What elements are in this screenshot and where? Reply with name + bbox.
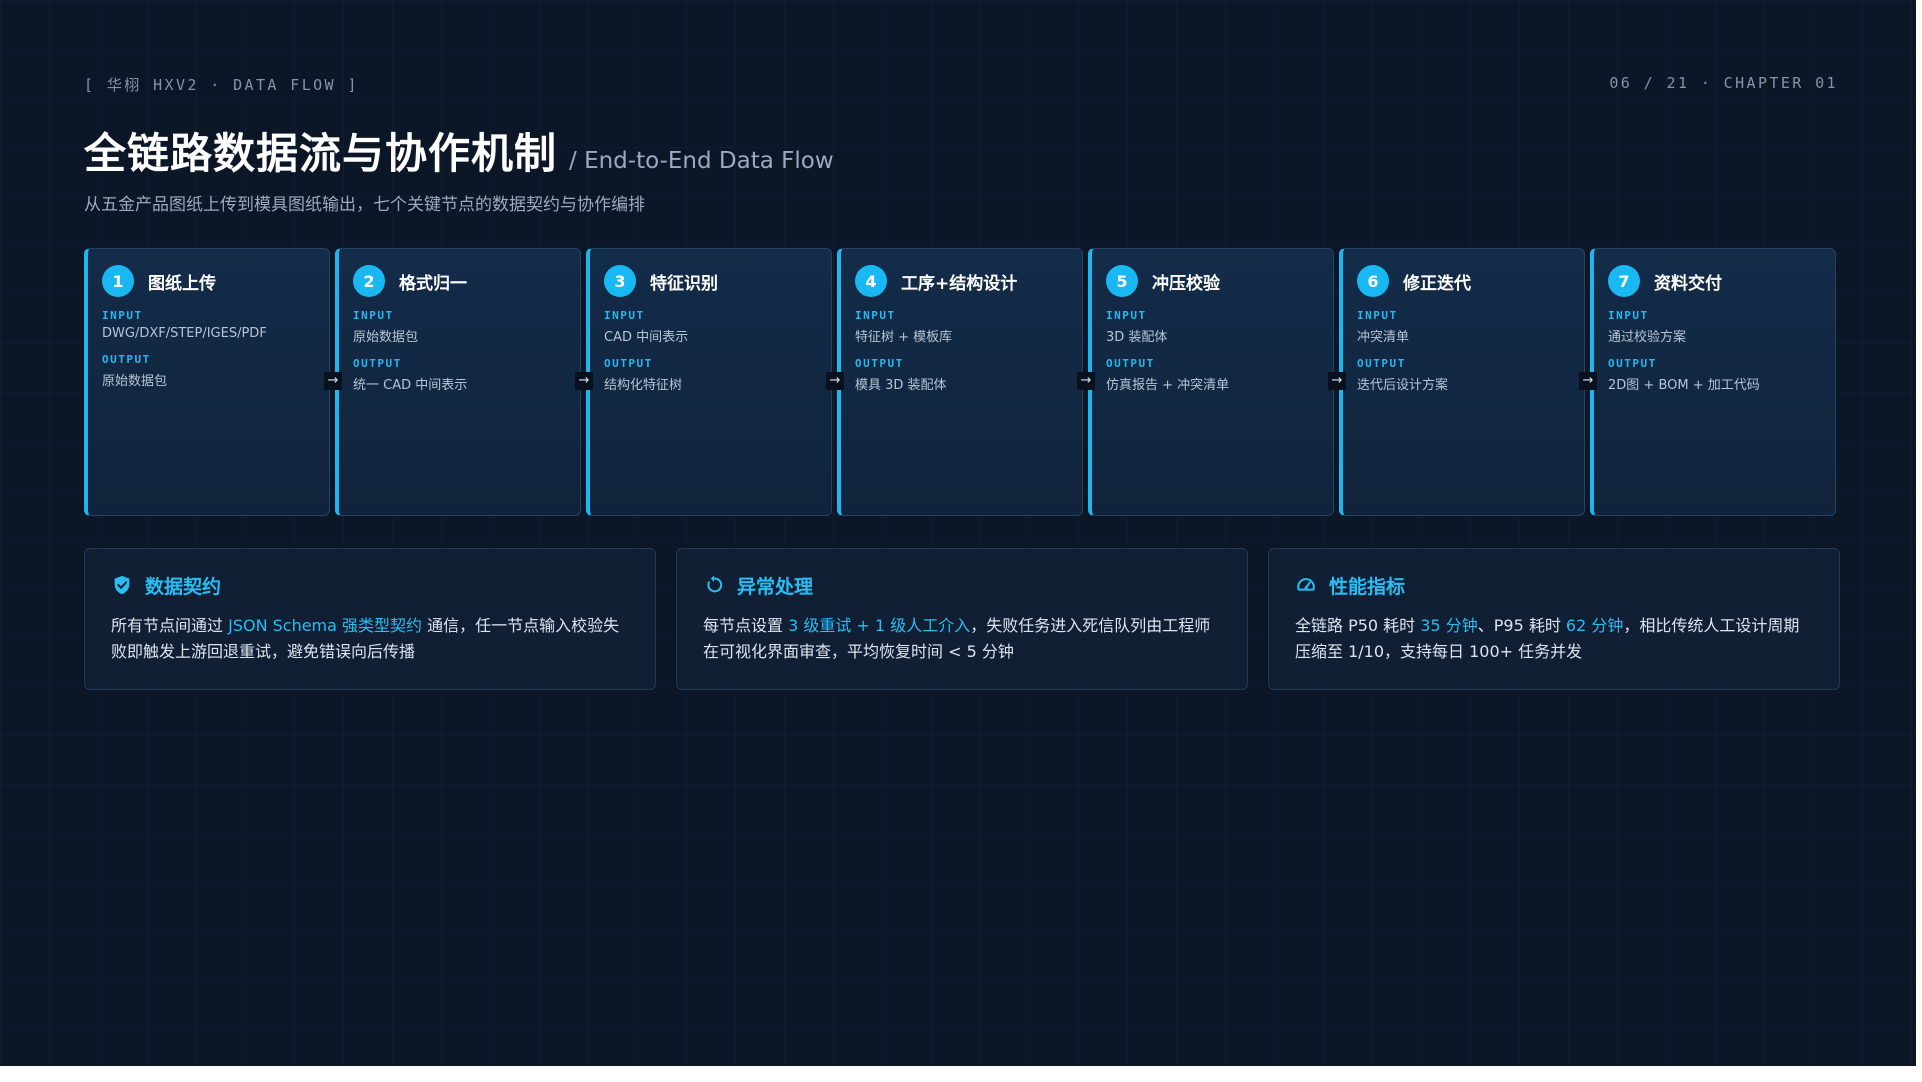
step-number-badge: 4 (855, 265, 887, 297)
output-value: 迭代后设计方案 (1357, 378, 1449, 393)
panel-title: 数据契约 (145, 575, 222, 598)
input-label: INPUT (353, 309, 394, 322)
section-tag: [ 华栩 HXV2 · DATA FLOW ] (84, 76, 359, 94)
step-number-badge: 2 (353, 265, 385, 297)
step-card-4: 4 工序+结构设计 INPUT 特征树 + 模板库 OUTPUT 模具 3D 装… (837, 248, 1083, 516)
step-title: 图纸上传 (148, 273, 216, 294)
step-title: 工序+结构设计 (901, 273, 1018, 294)
panel-body: 全链路 P50 耗时 35 分钟、P95 耗时 62 分钟，相比传统人工设计周期… (1295, 613, 1813, 665)
output-label: OUTPUT (353, 357, 402, 370)
speedometer-icon (1297, 578, 1315, 591)
output-label: OUTPUT (855, 357, 904, 370)
retry-arrow-icon (707, 575, 723, 593)
step-title: 格式归一 (399, 273, 467, 294)
highlight-text: JSON Schema 强类型契约 (228, 616, 423, 635)
input-value: CAD 中间表示 (604, 330, 689, 345)
output-value: 仿真报告 + 冲突清单 (1106, 378, 1230, 393)
exception-handling-panel: 异常处理 每节点设置 3 级重试 + 1 级人工介入，失败任务进入死信队列由工程… (676, 548, 1248, 690)
step-title: 冲压校验 (1152, 273, 1220, 294)
step-number-badge: 3 (604, 265, 636, 297)
output-value: 2D图 + BOM + 加工代码 (1608, 378, 1760, 393)
output-label: OUTPUT (1608, 357, 1657, 370)
input-label: INPUT (604, 309, 645, 322)
highlight-text: 35 分钟 (1420, 616, 1478, 635)
title-main: 全链路数据流与协作机制 (84, 129, 558, 178)
step-number-badge: 1 (102, 265, 134, 297)
step-number-badge: 7 (1608, 265, 1640, 297)
page-counter: 06 / 21 · CHAPTER 01 (1609, 74, 1838, 92)
input-value: 冲突清单 (1357, 330, 1410, 345)
body-text: 每节点设置 (703, 616, 789, 635)
output-value: 原始数据包 (102, 374, 168, 389)
step-number-badge: 6 (1357, 265, 1389, 297)
step-title: 修正迭代 (1403, 273, 1471, 294)
input-value: 3D 装配体 (1106, 330, 1168, 345)
input-value: 特征树 + 模板库 (855, 330, 953, 345)
step-card-2: 2 格式归一 INPUT 原始数据包 OUTPUT 统一 CAD 中间表示 (335, 248, 581, 516)
flow-arrow-icon: → (1077, 372, 1095, 390)
step-card-3: 3 特征识别 INPUT CAD 中间表示 OUTPUT 结构化特征树 (586, 248, 832, 516)
panel-body: 所有节点间通过 JSON Schema 强类型契约 通信，任一节点输入校验失败即… (111, 613, 629, 665)
panel-body: 每节点设置 3 级重试 + 1 级人工介入，失败任务进入死信队列由工程师在可视化… (703, 613, 1221, 665)
step-title: 特征识别 (650, 273, 718, 294)
input-label: INPUT (102, 309, 143, 322)
flow-arrow-icon: → (1328, 372, 1346, 390)
right-edge-strip (1916, 0, 1922, 1082)
page-subtitle: 从五金产品图纸上传到模具图纸输出，七个关键节点的数据契约与协作编排 (84, 195, 645, 215)
title-sub: / End-to-End Data Flow (569, 148, 834, 174)
flow-arrow-icon: → (826, 372, 844, 390)
flow-arrow-icon: → (1579, 372, 1597, 390)
input-value: DWG/DXF/STEP/IGES/PDF (102, 326, 267, 341)
step-title: 资料交付 (1654, 273, 1722, 294)
input-label: INPUT (855, 309, 896, 322)
page-title: 全链路数据流与协作机制 / End-to-End Data Flow (84, 120, 834, 181)
panel-title: 性能指标 (1329, 575, 1406, 598)
highlight-text: 3 级重试 + 1 级人工介入 (788, 616, 971, 635)
output-value: 结构化特征树 (604, 378, 683, 393)
input-label: INPUT (1357, 309, 1398, 322)
body-text: 所有节点间通过 (111, 616, 229, 635)
performance-panel: 性能指标 全链路 P50 耗时 35 分钟、P95 耗时 62 分钟，相比传统人… (1268, 548, 1840, 690)
output-label: OUTPUT (1357, 357, 1406, 370)
input-label: INPUT (1106, 309, 1147, 322)
body-text: 全链路 P50 耗时 (1295, 616, 1421, 635)
body-text: 、P95 耗时 (1477, 616, 1566, 635)
output-label: OUTPUT (1106, 357, 1155, 370)
input-value: 原始数据包 (353, 330, 419, 345)
step-number-badge: 5 (1106, 265, 1138, 297)
step-card-1: 1 图纸上传 INPUT DWG/DXF/STEP/IGES/PDF OUTPU… (84, 248, 330, 516)
bottom-edge-strip (0, 1066, 1922, 1082)
flow-arrow-icon: → (324, 372, 342, 390)
header-bar: [ 华栩 HXV2 · DATA FLOW ] 06 / 21 · CHAPTE… (84, 74, 1838, 94)
input-value: 通过校验方案 (1608, 330, 1687, 345)
input-label: INPUT (1608, 309, 1649, 322)
output-value: 统一 CAD 中间表示 (353, 378, 468, 393)
flow-arrow-icon: → (575, 372, 593, 390)
step-card-5: 5 冲压校验 INPUT 3D 装配体 OUTPUT 仿真报告 + 冲突清单 (1088, 248, 1334, 516)
panel-title: 异常处理 (737, 575, 814, 598)
output-label: OUTPUT (604, 357, 653, 370)
output-value: 模具 3D 装配体 (855, 378, 947, 393)
shield-check-icon (114, 575, 130, 595)
step-card-7: 7 资料交付 INPUT 通过校验方案 OUTPUT 2D图 + BOM + 加… (1590, 248, 1836, 516)
step-card-6: 6 修正迭代 INPUT 冲突清单 OUTPUT 迭代后设计方案 (1339, 248, 1585, 516)
data-contract-panel: 数据契约 所有节点间通过 JSON Schema 强类型契约 通信，任一节点输入… (84, 548, 656, 690)
flow-steps: 1 图纸上传 INPUT DWG/DXF/STEP/IGES/PDF OUTPU… (84, 248, 1836, 516)
output-label: OUTPUT (102, 353, 151, 366)
highlight-text: 62 分钟 (1565, 616, 1624, 635)
